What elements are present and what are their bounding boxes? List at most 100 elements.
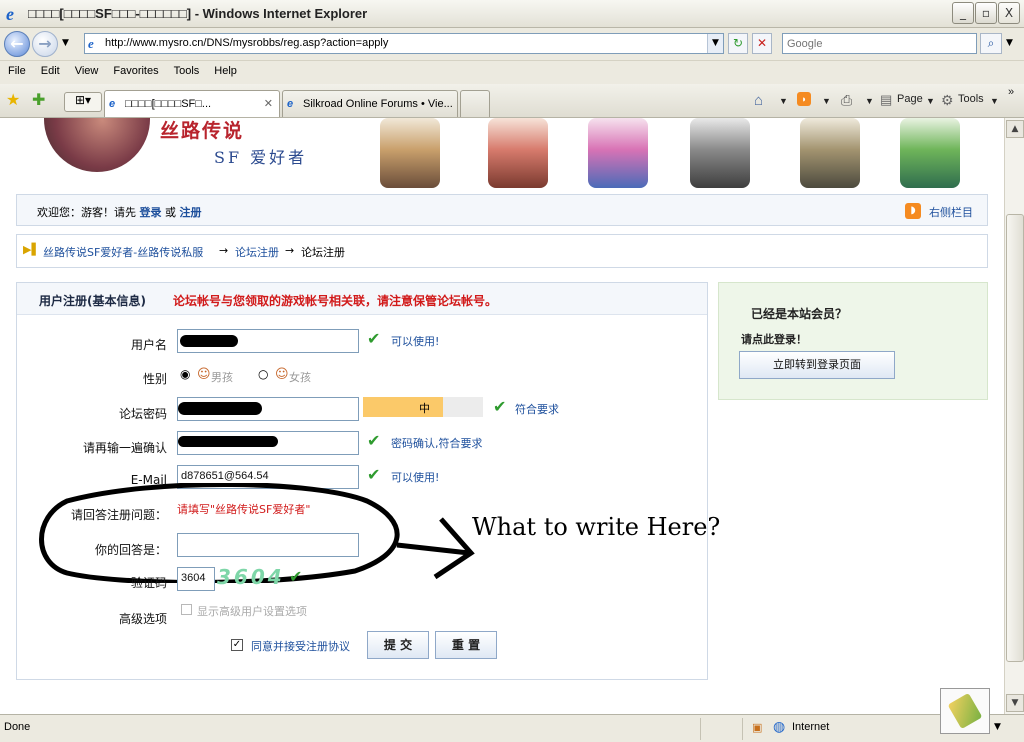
rss-icon[interactable]: ◗ <box>905 203 921 219</box>
stop-button[interactable]: ✕ <box>752 33 772 54</box>
tab-registration[interactable]: e □□□□[□□□□SF□... ✕ <box>104 90 280 117</box>
captcha-label: 验证码 <box>130 576 167 590</box>
search-input[interactable] <box>783 34 973 53</box>
maximize-button[interactable]: ▫ <box>975 2 997 24</box>
menu-edit[interactable]: Edit <box>33 61 67 77</box>
minimize-button[interactable]: _ <box>952 2 974 24</box>
tab-registration-label: □□□□[□□□□SF□... <box>125 98 212 110</box>
address-url[interactable]: http://www.mysro.cn/DNS/mysrobbs/reg.asp… <box>105 37 388 49</box>
right-sidebar-link[interactable]: 右侧栏目 <box>929 204 973 220</box>
registration-form: 用户注册(基本信息) 论坛帐号与您领取的游戏帐号相关联，请注意保管论坛帐号。 用… <box>16 282 720 680</box>
welcome-message: 欢迎您：游客！请先 登录 或 注册 <box>37 204 202 220</box>
search-button[interactable]: ⌕ <box>980 33 1002 54</box>
captcha-image: 3604 <box>217 565 285 589</box>
submit-button[interactable]: 提 交 <box>367 631 429 659</box>
agree-label[interactable]: 同意并接受注册协议 <box>251 638 350 654</box>
gender-label: 性别 <box>142 372 167 386</box>
breadcrumb-separator: → <box>219 244 229 257</box>
status-text: Done <box>4 721 31 733</box>
redacted-scribble <box>180 335 238 347</box>
home-icon[interactable]: ⌂ <box>754 92 763 109</box>
register-link[interactable]: 注册 <box>180 206 202 219</box>
feeds-dropdown-icon[interactable]: ▼ <box>822 96 831 106</box>
page-icon: e <box>88 36 94 51</box>
search-icon: ⌕ <box>987 36 995 50</box>
menu-favorites[interactable]: Favorites <box>105 61 165 77</box>
advanced-checkbox[interactable] <box>181 604 192 615</box>
banner-character-image <box>588 118 648 188</box>
search-box[interactable] <box>782 33 977 54</box>
breadcrumb-icon: ▶▌ <box>23 243 40 256</box>
tab-close-icon[interactable]: ✕ <box>264 97 273 110</box>
captcha-input[interactable]: 3604 <box>177 567 215 591</box>
favorites-star-icon[interactable]: ★ <box>6 90 20 109</box>
form-warning: 论坛帐号与您领取的游戏帐号相关联，请注意保管论坛帐号。 <box>173 294 498 308</box>
page-menu[interactable]: Page <box>897 93 923 105</box>
member-panel-title: 已经是本站会员？ <box>751 307 848 321</box>
menu-file[interactable]: File <box>0 61 33 77</box>
status-divider <box>700 718 701 740</box>
tools-menu[interactable]: Tools <box>958 93 984 105</box>
banner-character-image <box>488 118 548 188</box>
toolbar-overflow-icon[interactable]: » <box>1008 86 1014 98</box>
confirm-password-label: 请再输一遍确认 <box>82 441 167 455</box>
new-tab-button[interactable] <box>460 90 490 117</box>
search-options-dropdown-icon[interactable]: ▼ <box>1006 38 1013 48</box>
zoom-dropdown-icon[interactable]: ▼ <box>994 722 1001 732</box>
page-menu-icon: ▤ <box>880 92 893 107</box>
gender-female-radio[interactable]: ○ <box>258 367 268 381</box>
protected-mode-icon: ▣ <box>752 721 763 734</box>
print-icon[interactable]: ⎙ <box>841 92 852 109</box>
page-dropdown-icon[interactable]: ▼ <box>926 96 935 106</box>
agree-checkbox[interactable]: ✓ <box>231 639 243 651</box>
taskbar-notification-icon[interactable] <box>940 688 990 734</box>
address-dropdown-icon[interactable]: ▼ <box>707 34 723 53</box>
check-icon: ✔ <box>367 465 381 484</box>
advanced-label: 高级选项 <box>118 612 167 626</box>
welcome-or: 或 <box>165 206 176 219</box>
print-dropdown-icon[interactable]: ▼ <box>865 96 874 106</box>
gender-male-radio[interactable]: ◉ <box>180 367 190 381</box>
menu-bar: File Edit View Favorites Tools Help <box>0 60 1024 84</box>
menu-tools[interactable]: Tools <box>166 61 207 77</box>
back-button[interactable]: ← <box>4 31 30 57</box>
advanced-option-label: 显示高级用户设置选项 <box>197 605 307 618</box>
recent-pages-dropdown-icon[interactable]: ▼ <box>62 38 69 48</box>
feeds-icon[interactable]: ◗ <box>797 92 811 106</box>
breadcrumb-home-link[interactable]: 丝路传说SF爱好者-丝路传说私服 <box>43 244 203 260</box>
tools-dropdown-icon[interactable]: ▼ <box>990 96 999 106</box>
forward-button[interactable]: → <box>32 31 58 57</box>
menu-view[interactable]: View <box>67 61 106 77</box>
password-strength-label: 中 <box>419 402 430 415</box>
add-favorite-icon[interactable]: ✚ <box>32 90 45 109</box>
scroll-down-icon[interactable]: ▼ <box>1006 694 1024 712</box>
tab-silkroad-forums[interactable]: e Silkroad Online Forums • Vie... <box>282 90 458 117</box>
login-link[interactable]: 登录 <box>140 206 162 219</box>
status-divider <box>742 718 743 740</box>
page-content: 丝路传说 SF 爱好者 欢迎您：游客！请先 登录 或 注册 ◗ 右侧栏目 ▶▌ … <box>0 118 1004 714</box>
home-dropdown-icon[interactable]: ▼ <box>779 96 788 106</box>
tools-gear-icon: ⚙ <box>941 92 954 108</box>
scroll-up-icon[interactable]: ▲ <box>1006 120 1024 138</box>
username-label: 用户名 <box>130 338 167 352</box>
quick-tabs-button[interactable]: ⊞▾ <box>64 92 102 112</box>
password-input[interactable] <box>177 397 359 421</box>
confirm-password-input[interactable] <box>177 431 359 455</box>
password-label: 论坛密码 <box>118 407 167 421</box>
close-button[interactable]: X <box>998 2 1020 24</box>
refresh-icon: ↻ <box>732 36 744 50</box>
form-title: 用户注册(基本信息) <box>39 294 146 308</box>
tab-page-icon: e <box>109 98 116 110</box>
reset-button[interactable]: 重 置 <box>435 631 497 659</box>
scrollbar-thumb[interactable] <box>1006 214 1024 662</box>
menu-help[interactable]: Help <box>206 61 244 77</box>
annotation-arrow-shaft <box>396 542 470 556</box>
refresh-button[interactable]: ↻ <box>728 33 748 54</box>
form-header: 用户注册(基本信息) 论坛帐号与您领取的游戏帐号相关联，请注意保管论坛帐号。 <box>17 283 707 315</box>
username-input[interactable] <box>177 329 359 353</box>
breadcrumb-register-link[interactable]: 论坛注册 <box>235 244 279 260</box>
goto-login-button[interactable]: 立即转到登录页面 <box>739 351 895 379</box>
address-bar[interactable]: e http://www.mysro.cn/DNS/mysrobbs/reg.a… <box>84 33 724 54</box>
gender-female-label: 女孩 <box>289 371 311 384</box>
vertical-scrollbar[interactable]: ▲ ▼ <box>1004 118 1024 714</box>
